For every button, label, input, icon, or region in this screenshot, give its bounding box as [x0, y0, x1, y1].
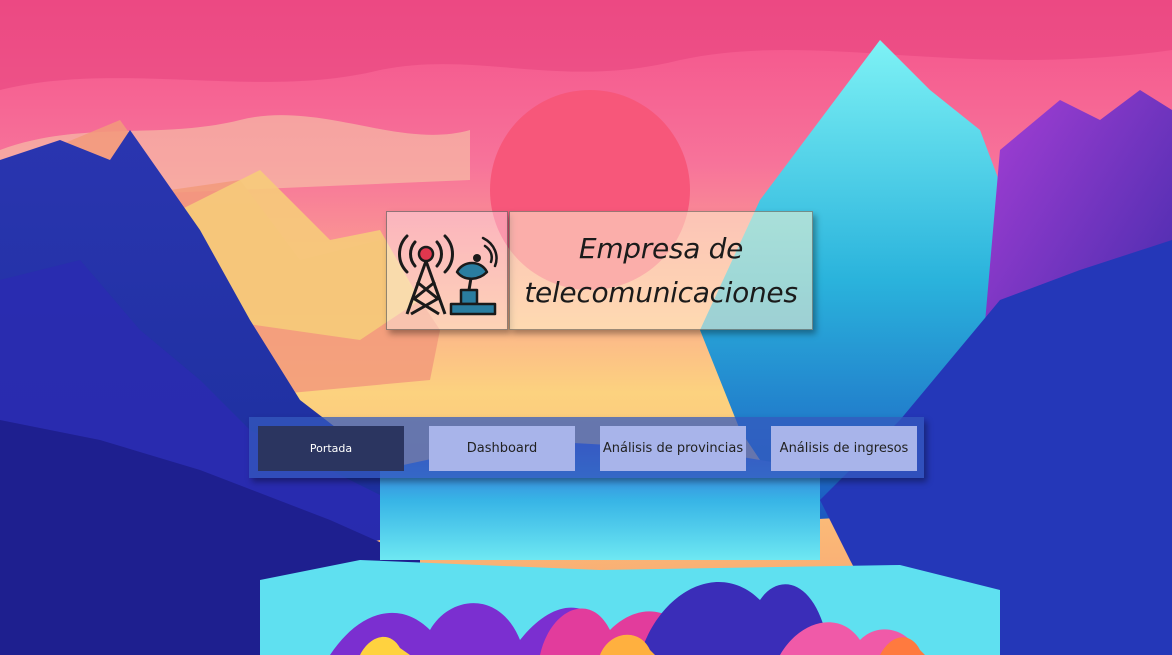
page-title: Empresa de telecomunicaciones	[524, 227, 798, 315]
telecom-tower-satellite-icon	[398, 234, 498, 316]
title-line-1: Empresa de	[578, 231, 744, 265]
nav-button-portada[interactable]: Portada	[258, 426, 404, 471]
company-logo	[386, 211, 508, 330]
navigation-bar: Portada Dashboard Análisis de provincias…	[249, 417, 924, 478]
nav-button-analisis-ingresos[interactable]: Análisis de ingresos	[771, 426, 917, 471]
title-line-2: telecomunicaciones	[524, 275, 798, 309]
title-banner: Empresa de telecomunicaciones	[509, 211, 813, 330]
nav-button-dashboard[interactable]: Dashboard	[429, 426, 575, 471]
nav-button-analisis-provincias[interactable]: Análisis de provincias	[600, 426, 746, 471]
